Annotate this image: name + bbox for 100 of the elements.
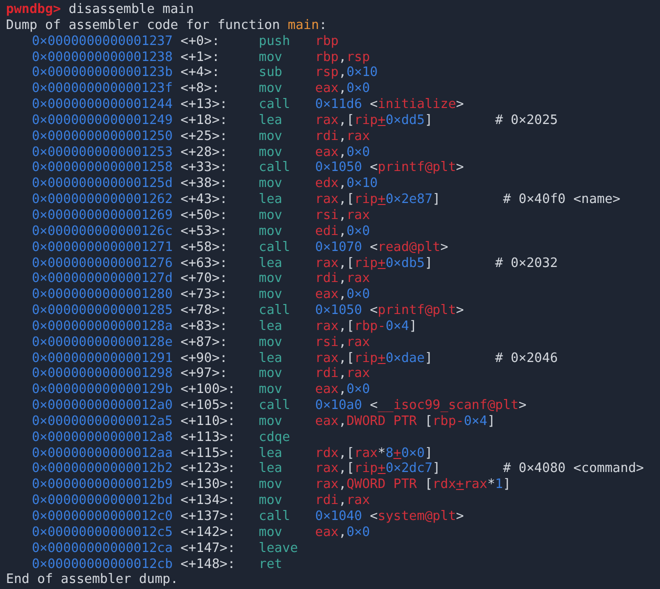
mnemonic-text: push <box>258 34 292 50</box>
offset-text: <+123>: <box>180 461 236 478</box>
address-text: 0×000000000000129b <box>32 382 174 398</box>
operand-text: rax,[rip+0×2e87] <box>315 192 440 208</box>
comment-text: # 0×2046 <box>495 350 558 366</box>
mnemonic-text: call <box>258 240 292 256</box>
address-text: 0×0000000000001291 <box>32 350 174 366</box>
address-text: 0×0000000000001271 <box>32 240 174 256</box>
operand-text: rdi,rax <box>315 493 370 509</box>
comment-text: # 0×2032 <box>495 256 558 272</box>
operand-text: edx,0×10 <box>315 176 378 192</box>
offset-text: <+83>: <box>180 318 228 335</box>
operand-text: rbp <box>315 34 339 50</box>
mnemonic-text: lea <box>258 192 284 208</box>
offset-text: <+115>: <box>180 446 236 462</box>
mnemonic-text: lea <box>258 318 284 335</box>
mnemonic-text: mov <box>258 477 284 494</box>
mnemonic-text: lea <box>258 461 284 478</box>
comment-text: # 0×40f0 <name> <box>502 192 620 208</box>
mnemonic-text: mov <box>258 493 284 509</box>
operand-text: rax,[rip+0×2dc7] <box>315 461 440 478</box>
offset-text: <+142>: <box>180 524 236 541</box>
address-text: 0×0000000000001269 <box>32 208 174 224</box>
operand-text: rsi,rax <box>315 334 370 351</box>
address-text: 0×00000000000012a0 <box>32 398 174 414</box>
dump-header-text: Dump of assembler code for function <box>6 18 280 34</box>
mnemonic-text: sub <box>258 65 284 82</box>
offset-text: <+147>: <box>180 540 236 557</box>
offset-text: <+1>: <box>180 50 221 66</box>
mnemonic-text: mov <box>258 128 284 145</box>
address-text: 0×0000000000001285 <box>32 303 174 319</box>
mnemonic-text: mov <box>258 366 284 382</box>
mnemonic-text: mov <box>258 382 284 398</box>
mnemonic-text: lea <box>258 256 284 272</box>
offset-text: <+38>: <box>180 176 228 192</box>
offset-text: <+134>: <box>180 493 236 509</box>
address-text: 0×000000000000123f <box>32 81 174 98</box>
offset-text: <+25>: <box>180 128 228 145</box>
offset-text: <+50>: <box>180 208 228 224</box>
address-text: 0×0000000000001250 <box>32 128 174 145</box>
address-text: 0×000000000000128e <box>32 334 174 351</box>
offset-text: <+137>: <box>180 509 236 525</box>
offset-text: <+8>: <box>180 81 221 98</box>
offset-text: <+73>: <box>180 287 228 304</box>
offset-text: <+28>: <box>180 144 228 160</box>
offset-text: <+43>: <box>180 192 228 208</box>
address-text: 0×00000000000012c5 <box>32 524 174 541</box>
address-text: 0×00000000000012c0 <box>32 509 174 525</box>
mnemonic-text: cdqe <box>258 430 292 446</box>
operand-text: 0×1070 <read@plt> <box>315 240 448 256</box>
comment-text: # 0×2025 <box>495 112 558 129</box>
operand-text: rdi,rax <box>315 271 370 288</box>
offset-text: <+18>: <box>180 112 228 129</box>
offset-text: <+0>: <box>180 34 221 50</box>
mnemonic-text: mov <box>258 334 284 351</box>
operand-text: rbp,rsp <box>315 50 370 66</box>
operand-text: rsi,rax <box>315 208 370 224</box>
function-name: main <box>288 18 320 34</box>
operand-text: rsp,0×10 <box>315 65 378 82</box>
operand-text: rax,[rbp-0×4] <box>315 318 417 335</box>
offset-text: <+105>: <box>180 398 236 414</box>
footer-text: End of assembler dump. <box>6 572 178 588</box>
offset-text: <+87>: <box>180 334 228 351</box>
offset-text: <+4>: <box>180 65 221 82</box>
mnemonic-text: mov <box>258 224 284 240</box>
operand-text: rdx,[rax*8+0×0] <box>315 446 433 462</box>
address-text: 0×0000000000001298 <box>32 366 174 382</box>
mnemonic-text: ret <box>258 556 284 572</box>
operand-text: rax,QWORD PTR [rdx+rax*1] <box>315 477 511 494</box>
address-text: 0×0000000000001244 <box>32 97 174 113</box>
mnemonic-text: mov <box>258 287 284 304</box>
operand-text: rdi,rax <box>315 128 370 145</box>
offset-text: <+53>: <box>180 224 228 240</box>
address-text: 0×00000000000012bd <box>32 493 174 509</box>
comment-text: # 0×4080 <command> <box>502 461 644 478</box>
address-text: 0×000000000000123b <box>32 65 174 82</box>
operand-text: 0×11d6 <initialize> <box>315 97 464 113</box>
offset-text: <+33>: <box>180 160 228 176</box>
offset-text: <+58>: <box>180 240 228 256</box>
operand-text: eax,0×0 <box>315 81 370 98</box>
operand-text: 0×1050 <printf@plt> <box>315 160 464 176</box>
mnemonic-text: call <box>258 160 292 176</box>
mnemonic-text: call <box>258 398 292 414</box>
operand-text: rax,[rip+0×dae] <box>315 350 433 366</box>
address-text: 0×0000000000001237 <box>32 34 174 50</box>
mnemonic-text: lea <box>258 446 284 462</box>
address-text: 0×0000000000001253 <box>32 144 174 160</box>
offset-text: <+100>: <box>180 382 236 398</box>
mnemonic-text: mov <box>258 50 284 66</box>
offset-text: <+97>: <box>180 366 228 382</box>
prompt-text: pwndbg> <box>6 2 61 18</box>
mnemonic-text: leave <box>258 540 299 557</box>
mnemonic-text: mov <box>258 144 284 160</box>
mnemonic-text: mov <box>258 414 284 430</box>
address-text: 0×000000000000128a <box>32 318 174 335</box>
operand-text: eax,0×0 <box>315 287 370 304</box>
mnemonic-text: lea <box>258 350 284 366</box>
address-text: 0×0000000000001238 <box>32 50 174 66</box>
offset-text: <+113>: <box>180 430 236 446</box>
mnemonic-text: mov <box>258 524 284 541</box>
